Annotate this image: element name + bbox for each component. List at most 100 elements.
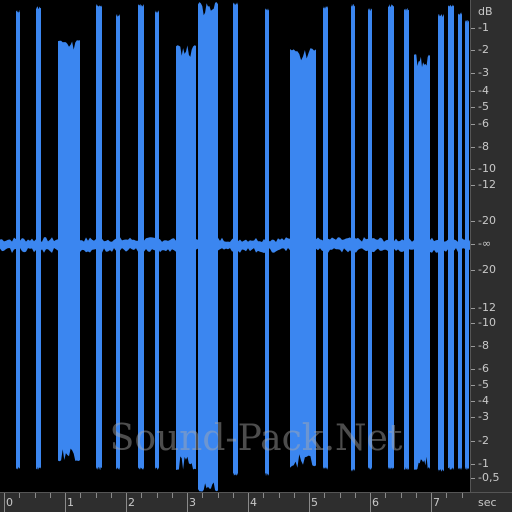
db-tick	[471, 417, 475, 418]
db-label: -6	[478, 117, 489, 130]
db-tick	[471, 441, 475, 442]
time-label: 1	[67, 496, 74, 509]
waveform-burst	[438, 14, 444, 472]
waveform-burst	[323, 6, 328, 470]
time-label: 2	[128, 496, 135, 509]
time-label: 4	[250, 496, 257, 509]
db-label: -6	[478, 362, 489, 375]
db-label: -0,5	[478, 471, 500, 484]
waveform-burst	[448, 4, 454, 471]
time-minor-tick	[263, 493, 264, 498]
time-minor-tick	[50, 493, 51, 498]
waveform-graph	[0, 2, 470, 492]
time-label: 0	[6, 496, 13, 509]
time-minor-tick	[218, 493, 219, 498]
db-tick	[471, 346, 475, 347]
db-label: -1	[478, 457, 489, 470]
db-label: -5	[478, 378, 489, 391]
db-label: -∞	[478, 237, 492, 250]
waveform-burst	[368, 8, 372, 470]
time-minor-tick	[340, 493, 341, 498]
db-tick	[471, 244, 475, 245]
db-label: -1	[478, 21, 489, 34]
db-scale: dB -1 -2 -3 -4 -5 -6 -8 -10 -12 -20 -∞ -20 -12 -10 -8 -…	[470, 0, 512, 492]
db-tick	[471, 185, 475, 186]
time-minor-tick	[96, 493, 97, 498]
db-tick	[471, 478, 475, 479]
time-minor-tick	[446, 493, 447, 498]
time-minor-tick	[233, 493, 234, 498]
time-major-tick	[126, 493, 127, 512]
db-tick	[471, 221, 475, 222]
time-major-tick	[370, 493, 371, 512]
db-tick	[471, 369, 475, 370]
waveform-burst	[198, 2, 218, 492]
db-tick	[471, 169, 475, 170]
time-major-tick	[65, 493, 66, 512]
db-tick	[471, 50, 475, 51]
db-tick	[471, 308, 475, 309]
db-label: -4	[478, 84, 489, 97]
waveform-burst	[155, 10, 159, 470]
time-minor-tick	[141, 493, 142, 498]
time-minor-tick	[35, 493, 36, 498]
db-tick	[471, 28, 475, 29]
time-major-tick	[248, 493, 249, 512]
time-minor-tick	[355, 493, 356, 498]
waveform-burst	[116, 14, 120, 471]
db-tick	[471, 73, 475, 74]
db-label: -20	[478, 263, 496, 276]
db-label: -3	[478, 66, 489, 79]
db-unit-label: dB	[478, 5, 493, 18]
db-label: -8	[478, 140, 489, 153]
time-label: 5	[311, 496, 318, 509]
waveform-burst	[176, 45, 196, 471]
waveform-burst	[290, 48, 316, 468]
waveform-display[interactable]	[0, 0, 470, 492]
db-label: -8	[478, 339, 489, 352]
waveform-burst	[233, 2, 238, 476]
waveform-viewer: dB -1 -2 -3 -4 -5 -6 -8 -10 -12 -20 -∞ -20 -12 -10 -8-…	[0, 0, 512, 512]
waveform-burst	[138, 4, 144, 470]
time-unit-label: sec	[478, 496, 497, 509]
db-label: -3	[478, 410, 489, 423]
db-tick	[471, 124, 475, 125]
waveform-burst	[388, 4, 394, 470]
db-label: -10	[478, 316, 496, 329]
time-minor-tick	[324, 493, 325, 498]
time-major-tick	[4, 493, 5, 512]
time-major-tick	[187, 493, 188, 512]
waveform-burst	[36, 6, 41, 470]
time-minor-tick	[19, 493, 20, 498]
db-label: -20	[478, 214, 496, 227]
db-tick	[471, 323, 475, 324]
db-tick	[471, 464, 475, 465]
waveform-burst	[404, 8, 409, 470]
time-minor-tick	[416, 493, 417, 498]
time-minor-tick	[401, 493, 402, 498]
time-major-tick	[309, 493, 310, 512]
time-minor-tick	[157, 493, 158, 498]
time-minor-tick	[462, 493, 463, 498]
db-label: -5	[478, 100, 489, 113]
time-minor-tick	[111, 493, 112, 498]
time-label: 3	[189, 496, 196, 509]
db-label: -2	[478, 43, 489, 56]
db-label: -12	[478, 178, 496, 191]
time-label: 6	[372, 496, 379, 509]
waveform-burst	[414, 54, 430, 470]
waveform-burst	[58, 40, 80, 462]
time-minor-tick	[385, 493, 386, 498]
time-minor-tick	[202, 493, 203, 498]
time-minor-tick	[294, 493, 295, 498]
db-label: -12	[478, 301, 496, 314]
db-tick	[471, 401, 475, 402]
db-tick	[471, 147, 475, 148]
time-ruler[interactable]: sec 0 1 2 3 4 5 6 7	[0, 492, 512, 512]
db-tick	[471, 91, 475, 92]
db-tick	[471, 385, 475, 386]
waveform-burst	[265, 8, 269, 476]
db-label: -10	[478, 162, 496, 175]
db-label: -4	[478, 394, 489, 407]
db-tick	[471, 107, 475, 108]
